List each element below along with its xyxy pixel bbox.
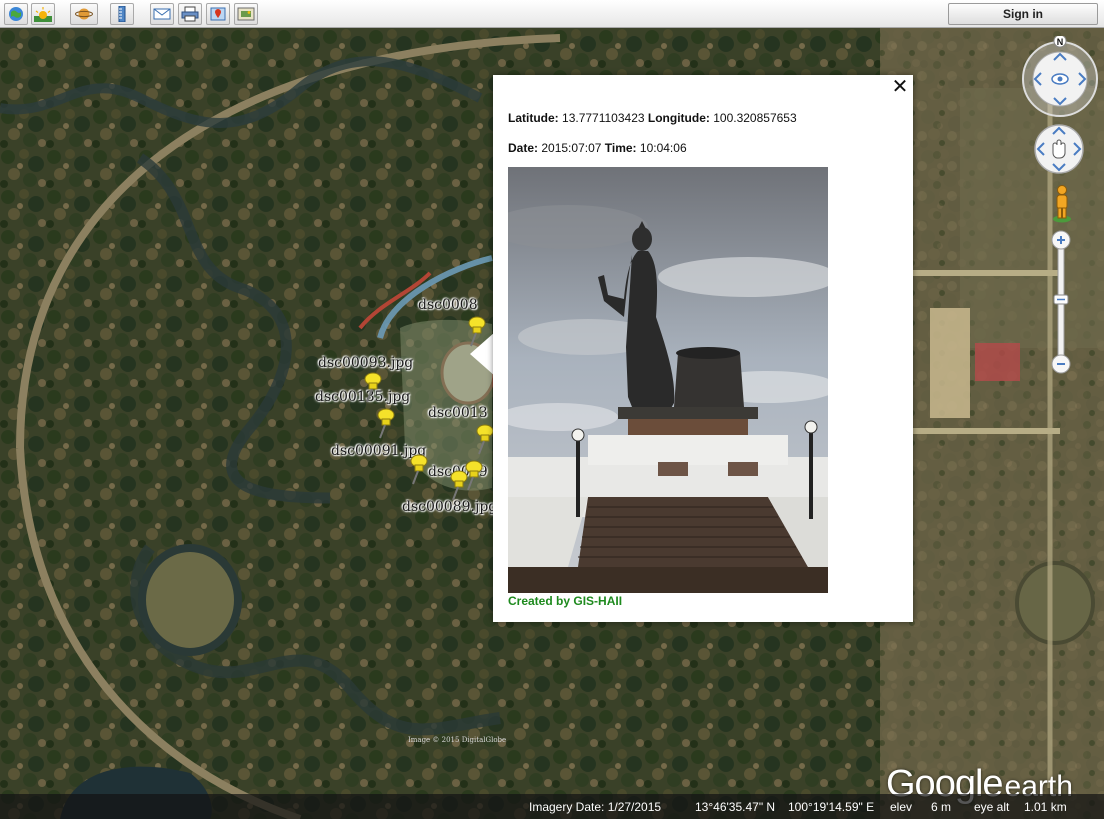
- status-bar: Imagery Date: 1/27/2015 13°46'35.47" N 1…: [0, 794, 1104, 819]
- latitude-label: Latitude:: [508, 111, 559, 125]
- print-icon: [181, 6, 199, 22]
- email-button[interactable]: [150, 3, 174, 25]
- pegman-icon[interactable]: [1050, 184, 1074, 224]
- image-overlay-button[interactable]: [234, 3, 258, 25]
- placemark-label[interactable]: dsc0013: [428, 405, 488, 421]
- latitude-readout: 13°46'35.47" N: [695, 800, 776, 814]
- time-label: Time:: [604, 141, 637, 155]
- ruler-icon: [118, 6, 126, 22]
- longitude-value: 100.320857653: [713, 111, 797, 125]
- latitude-value: 13.7771103423: [562, 111, 645, 125]
- placemark-button[interactable]: [206, 3, 230, 25]
- sunlight-icon: [34, 7, 52, 22]
- email-icon: [153, 8, 171, 20]
- info-balloon: ✕ Latitude: 13.7771103423 Longitude: 100…: [493, 75, 913, 622]
- imagery-date: Imagery Date: 1/27/2015: [529, 800, 662, 814]
- pushpin-icon[interactable]: [404, 452, 430, 486]
- longitude-label: Longitude:: [647, 111, 710, 125]
- date-value: 2015:07:07: [541, 141, 602, 155]
- longitude-readout: 100°19'14.59" E: [788, 800, 875, 814]
- print-button[interactable]: [178, 3, 202, 25]
- hand-icon: [1052, 139, 1066, 159]
- sunlight-button[interactable]: [31, 3, 55, 25]
- imagery-credit: Image © 2015 DigitalGlobe: [408, 736, 507, 744]
- close-button[interactable]: ✕: [891, 77, 909, 97]
- placemark-icon: [210, 7, 226, 21]
- pushpin-icon[interactable]: [358, 370, 384, 404]
- ruler-button[interactable]: [110, 3, 134, 25]
- pushpin-icon[interactable]: [371, 406, 397, 440]
- buddha-statue-photo: [508, 167, 828, 593]
- image-overlay-icon: [237, 7, 255, 21]
- date-label: Date:: [508, 141, 539, 155]
- balloon-pointer: [470, 332, 495, 376]
- sign-in-button[interactable]: Sign in: [948, 3, 1098, 25]
- earth-view-button[interactable]: [4, 3, 28, 25]
- planet-switch-button[interactable]: [70, 3, 98, 25]
- elevation-value: 6 m: [931, 800, 952, 814]
- coordinates-row: Latitude: 13.7771103423 Longitude: 100.3…: [508, 111, 797, 125]
- placemark-label[interactable]: dsc0008: [418, 297, 478, 313]
- eye-altitude-value: 1.01 km: [1024, 800, 1067, 814]
- datetime-row: Date: 2015:07:07 Time: 10:04:06: [508, 141, 687, 155]
- credit-label[interactable]: Created by GIS-HAII: [508, 594, 622, 608]
- look-control[interactable]: N: [1020, 36, 1100, 118]
- planet-switch-icon: [75, 8, 93, 20]
- compass-north-label: N: [1057, 37, 1064, 47]
- move-control[interactable]: [1033, 123, 1085, 175]
- pushpin-icon[interactable]: [459, 458, 485, 492]
- zoom-slider[interactable]: [1049, 230, 1073, 376]
- earth-view-icon: [9, 7, 23, 21]
- time-value: 10:04:06: [639, 141, 687, 155]
- eye-altitude-label: eye alt: [974, 800, 1010, 814]
- elevation-label: elev: [890, 800, 913, 814]
- placemark-label[interactable]: dsc00093.jpg: [318, 355, 413, 371]
- toolbar: Sign in: [0, 0, 1104, 28]
